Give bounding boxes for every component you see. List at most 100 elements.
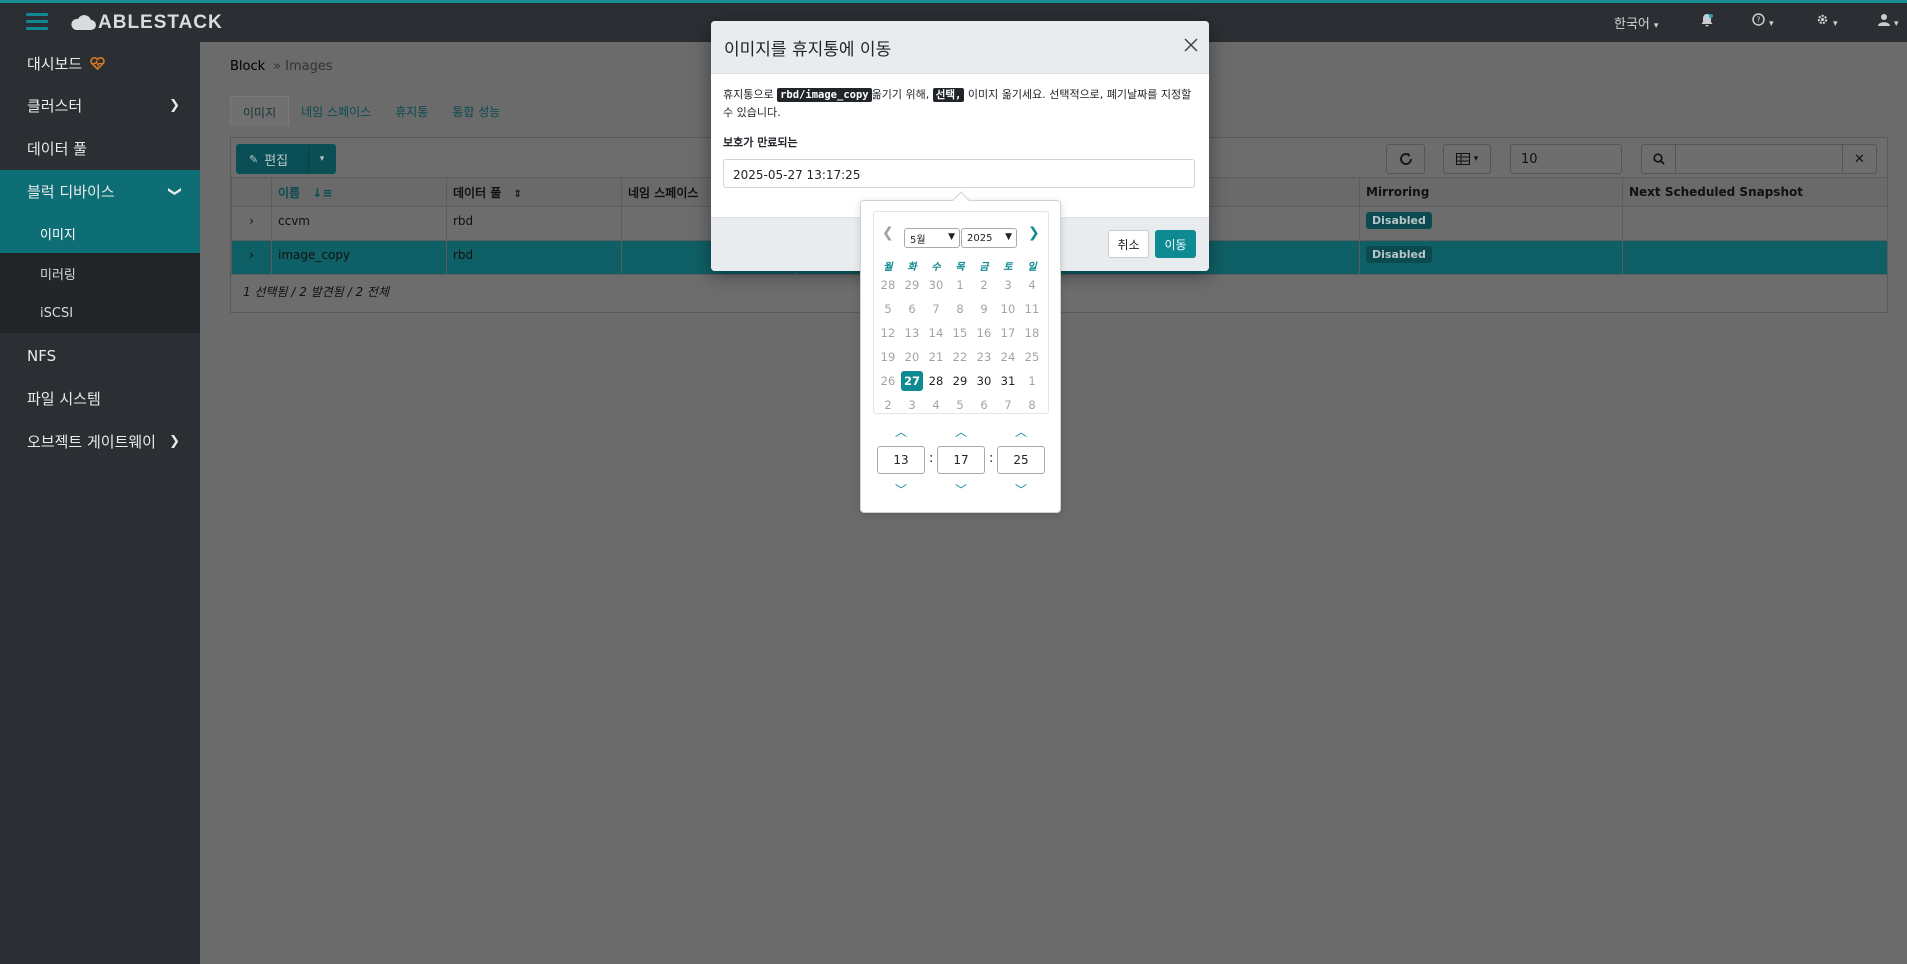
calendar-day[interactable]: 8 bbox=[949, 299, 971, 319]
close-icon[interactable] bbox=[1183, 37, 1199, 53]
calendar-day[interactable]: 25 bbox=[1021, 347, 1043, 367]
columns-dropdown[interactable]: ▾ bbox=[1443, 144, 1491, 174]
calendar-day[interactable]: 24 bbox=[997, 347, 1019, 367]
calendar-day[interactable]: 4 bbox=[1021, 275, 1043, 295]
minute-decrement-icon[interactable]: ﹀ bbox=[951, 481, 971, 498]
calendar-day[interactable]: 29 bbox=[949, 371, 971, 391]
calendar-day[interactable]: 18 bbox=[1021, 323, 1043, 343]
column-header-name[interactable]: 이름 ↓≡ bbox=[271, 177, 447, 207]
second-decrement-icon[interactable]: ﹀ bbox=[1011, 481, 1031, 498]
calendar-day[interactable]: 5 bbox=[949, 395, 971, 415]
refresh-button[interactable] bbox=[1386, 144, 1425, 174]
calendar-day[interactable]: 16 bbox=[973, 323, 995, 343]
calendar-day[interactable]: 14 bbox=[925, 323, 947, 343]
calendar-day[interactable]: 11 bbox=[1021, 299, 1043, 319]
calendar-day[interactable]: 9 bbox=[973, 299, 995, 319]
settings-dropdown[interactable]: ▾ bbox=[1816, 13, 1838, 30]
calendar-day[interactable]: 3 bbox=[901, 395, 923, 415]
sidebar-item-dashboard[interactable]: 대시보드 bbox=[0, 42, 200, 84]
calendar-day[interactable]: 23 bbox=[973, 347, 995, 367]
expand-row-icon[interactable]: › bbox=[231, 240, 272, 275]
hour-decrement-icon[interactable]: ﹀ bbox=[891, 481, 911, 498]
move-button[interactable]: 이동 bbox=[1155, 230, 1196, 258]
calendar-day[interactable]: 7 bbox=[997, 395, 1019, 415]
calendar-day[interactable]: 28 bbox=[877, 275, 899, 295]
tab-performance[interactable]: 통합 성능 bbox=[440, 96, 512, 126]
breadcrumb-root[interactable]: Block bbox=[230, 59, 265, 74]
calendar-day[interactable]: 20 bbox=[901, 347, 923, 367]
cancel-button[interactable]: 취소 bbox=[1108, 230, 1149, 258]
sidebar-item-block-device[interactable]: 블럭 디바이스 ❯ bbox=[0, 170, 200, 213]
calendar-day[interactable]: 15 bbox=[949, 323, 971, 343]
calendar-day[interactable]: 17 bbox=[997, 323, 1019, 343]
sidebar-item-object-gateway[interactable]: 오브젝트 게이트웨이 ❯ bbox=[0, 420, 200, 463]
second-input[interactable]: 25 bbox=[997, 446, 1045, 474]
calendar-day[interactable]: 5 bbox=[877, 299, 899, 319]
page-size-input[interactable]: 10 bbox=[1510, 144, 1622, 174]
calendar-day[interactable]: 21 bbox=[925, 347, 947, 367]
sidebar-item-label: 데이터 풀 bbox=[27, 140, 87, 158]
sidebar-subitem-mirroring[interactable]: 미러링 bbox=[0, 253, 200, 293]
tab-images[interactable]: 이미지 bbox=[230, 96, 290, 126]
month-select[interactable]: 5월 ▼ bbox=[904, 228, 960, 248]
calendar-day[interactable]: 12 bbox=[877, 323, 899, 343]
calendar-day[interactable]: 30 bbox=[925, 275, 947, 295]
sidebar-item-nfs[interactable]: NFS bbox=[0, 335, 200, 377]
cell-next-snapshot bbox=[1622, 240, 1888, 275]
calendar-day[interactable]: 2 bbox=[973, 275, 995, 295]
sidebar-item-cluster[interactable]: 클러스터 ❯ bbox=[0, 84, 200, 127]
search-input[interactable] bbox=[1675, 144, 1843, 174]
sidebar-subitem-iscsi[interactable]: iSCSI bbox=[0, 293, 200, 333]
minute-input[interactable]: 17 bbox=[937, 446, 985, 474]
modal-body: 휴지통으로 rbd/image_copy 옮기기 위해, 선택, 이미지 옮기세요… bbox=[711, 74, 1209, 200]
tab-trash[interactable]: 휴지통 bbox=[383, 96, 440, 126]
expiry-datetime-input[interactable]: 2025-05-27 13:17:25 bbox=[723, 159, 1195, 188]
calendar-day[interactable]: 3 bbox=[997, 275, 1019, 295]
edit-button[interactable]: ✎ 편집 bbox=[236, 144, 308, 174]
calendar-day[interactable]: 30 bbox=[973, 371, 995, 391]
caret-down-icon: ▾ bbox=[319, 154, 325, 164]
sidebar-item-data-pool[interactable]: 데이터 풀 bbox=[0, 127, 200, 170]
calendar-day[interactable]: 6 bbox=[901, 299, 923, 319]
help-dropdown[interactable]: ? ▾ bbox=[1752, 13, 1774, 30]
calendar-day[interactable]: 8 bbox=[1021, 395, 1043, 415]
calendar-day[interactable]: 2 bbox=[877, 395, 899, 415]
calendar-day[interactable]: 1 bbox=[1021, 371, 1043, 391]
clear-search-button[interactable]: ✕ bbox=[1842, 144, 1877, 174]
calendar-day[interactable]: 13 bbox=[901, 323, 923, 343]
sidebar-item-filesystem[interactable]: 파일 시스템 bbox=[0, 377, 200, 420]
prev-month-icon[interactable]: ❮ bbox=[882, 225, 894, 241]
second-increment-icon[interactable]: ︿ bbox=[1011, 423, 1031, 440]
year-select[interactable]: 2025 ▼ bbox=[961, 228, 1017, 248]
calendar-day[interactable]: 26 bbox=[877, 371, 899, 391]
column-header-next-snapshot[interactable]: Next Scheduled Snapshot bbox=[1622, 177, 1888, 207]
user-dropdown[interactable]: ▾ bbox=[1878, 13, 1899, 30]
language-dropdown[interactable]: 한국어 ▾ bbox=[1614, 13, 1658, 32]
calendar-day[interactable]: 7 bbox=[925, 299, 947, 319]
expand-row-icon[interactable]: › bbox=[231, 206, 272, 241]
column-header-pool[interactable]: 데이터 풀 ⇕ bbox=[446, 177, 622, 207]
tab-namespace[interactable]: 네임 스페이스 bbox=[289, 96, 383, 126]
sidebar-item-label: 파일 시스템 bbox=[27, 390, 101, 408]
month-value: 5월 bbox=[910, 234, 926, 246]
column-header-mirroring[interactable]: Mirroring bbox=[1359, 177, 1623, 207]
calendar-day-selected[interactable]: 27 bbox=[901, 371, 923, 391]
hour-increment-icon[interactable]: ︿ bbox=[891, 423, 911, 440]
calendar-day[interactable]: 22 bbox=[949, 347, 971, 367]
calendar-day[interactable]: 6 bbox=[973, 395, 995, 415]
menu-toggle-icon[interactable] bbox=[26, 13, 48, 31]
hour-input[interactable]: 13 bbox=[877, 446, 925, 474]
next-month-icon[interactable]: ❯ bbox=[1028, 225, 1040, 241]
calendar-day[interactable]: 4 bbox=[925, 395, 947, 415]
notifications-button[interactable] bbox=[1700, 13, 1714, 31]
calendar-day[interactable]: 29 bbox=[901, 275, 923, 295]
brand-logo: ABLESTACK bbox=[70, 12, 223, 34]
edit-dropdown-toggle[interactable]: ▾ bbox=[308, 144, 336, 174]
calendar-day[interactable]: 10 bbox=[997, 299, 1019, 319]
sidebar-subitem-images[interactable]: 이미지 bbox=[0, 213, 200, 253]
calendar-day[interactable]: 31 bbox=[997, 371, 1019, 391]
calendar-day[interactable]: 19 bbox=[877, 347, 899, 367]
minute-increment-icon[interactable]: ︿ bbox=[951, 423, 971, 440]
calendar-day[interactable]: 1 bbox=[949, 275, 971, 295]
calendar-day[interactable]: 28 bbox=[925, 371, 947, 391]
